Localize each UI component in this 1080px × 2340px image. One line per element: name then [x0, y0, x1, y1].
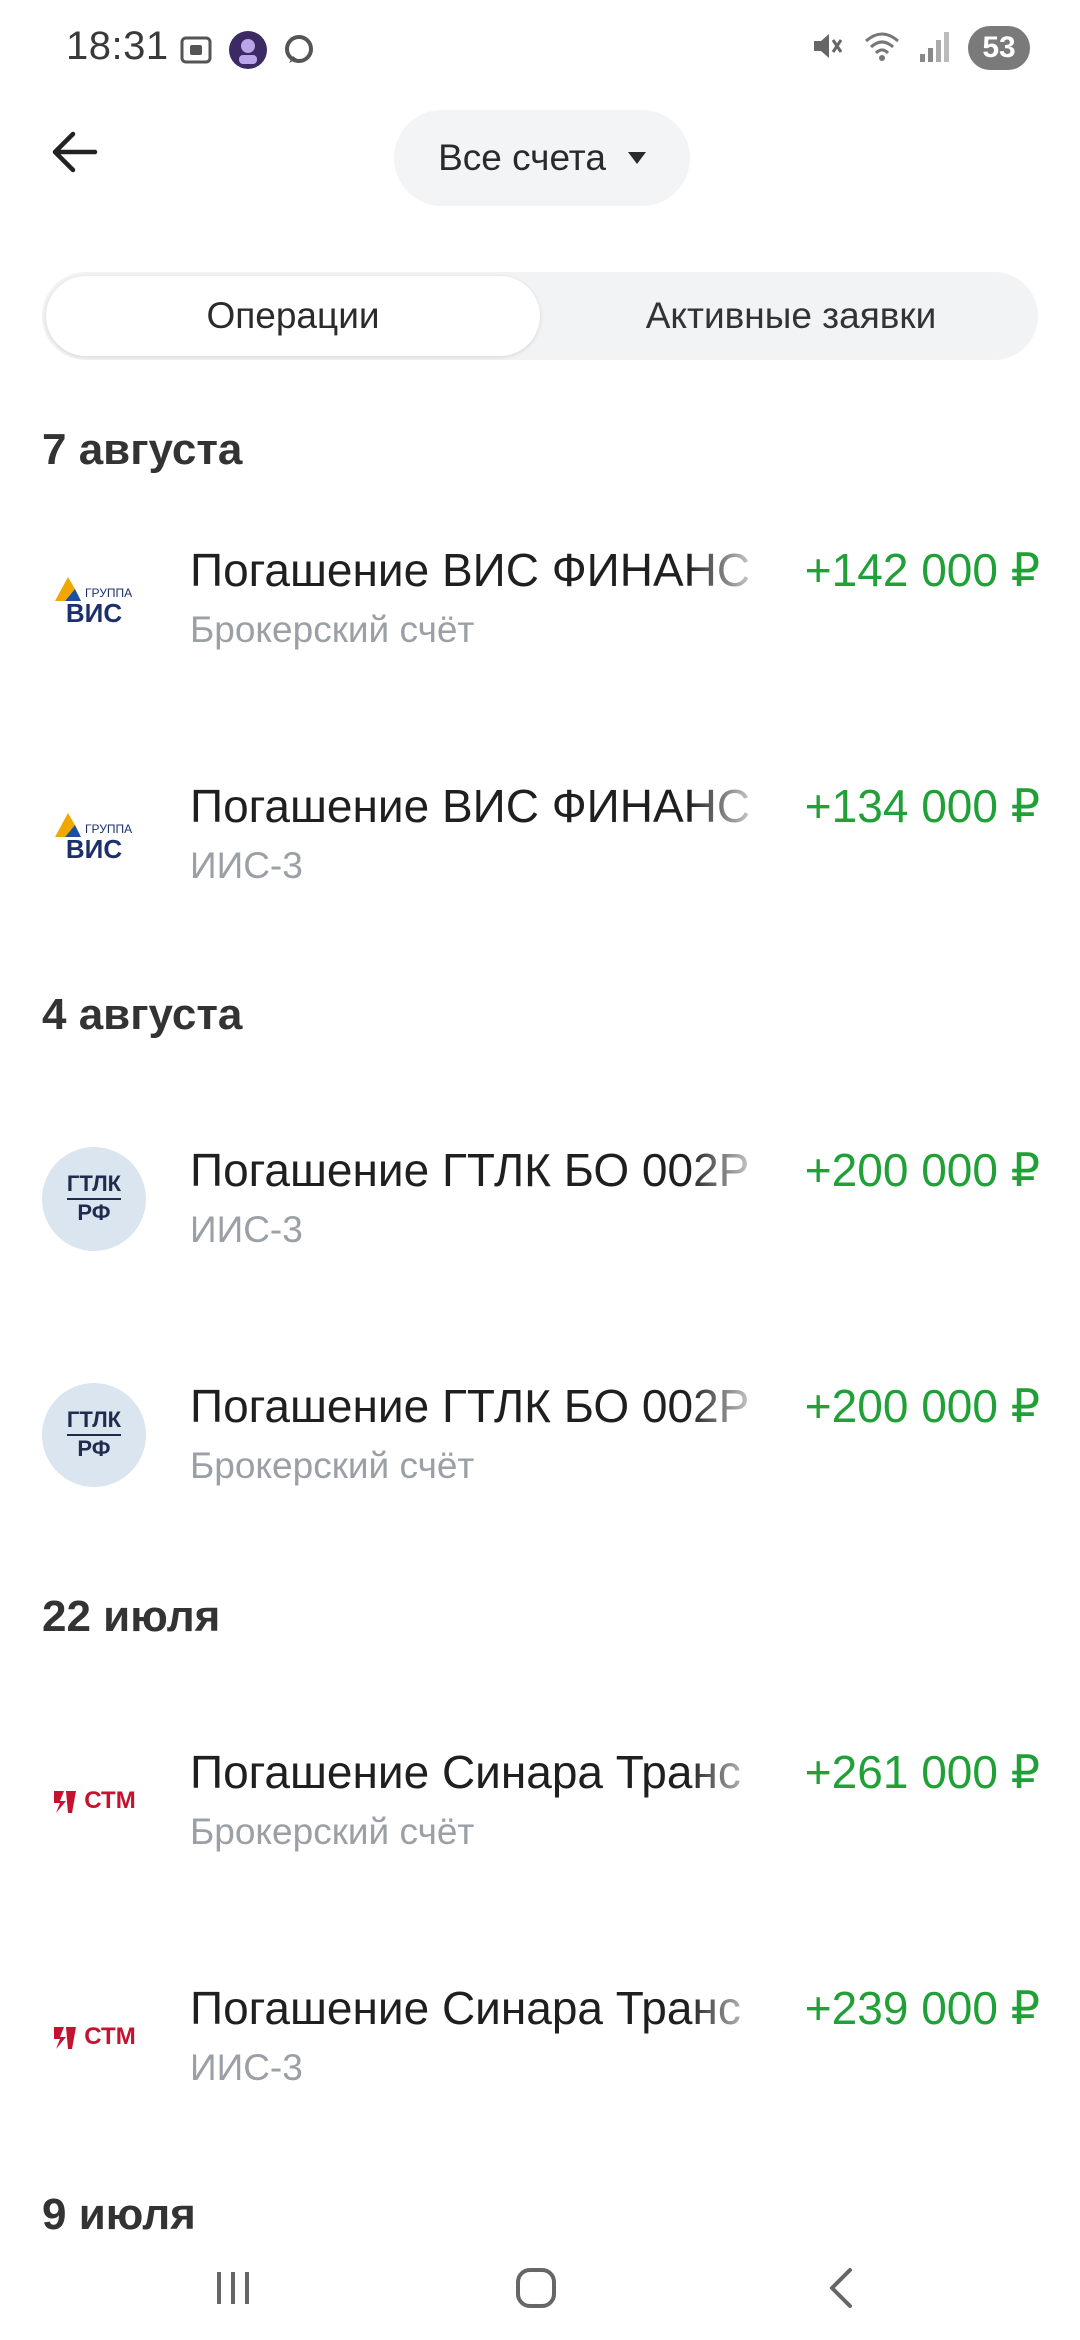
operation-title: Погашение Синара Транс	[190, 1746, 741, 1798]
gtlk-logo: ГТЛК РФ	[40, 1145, 148, 1253]
vis-group-logo: ГРУППА ВИС	[40, 545, 148, 653]
status-bar: 18:31 53	[0, 0, 1080, 100]
recent-apps-icon	[211, 2266, 255, 2315]
operation-amount: +200 000 ₽	[804, 1380, 1040, 1432]
operation-title: Погашение ГТЛК БО 002Р	[190, 1380, 750, 1432]
section-date: 7 августа	[42, 425, 243, 474]
section-date: 9 июля	[42, 2190, 196, 2239]
section-date: 22 июля	[42, 1592, 221, 1641]
status-time: 18:31	[66, 24, 169, 68]
vis-logo-word: ВИС	[65, 598, 123, 628]
battery-indicator: 53	[968, 26, 1030, 70]
system-back-button[interactable]	[800, 2258, 880, 2322]
operation-title: Погашение ВИС ФИНАНС	[190, 544, 751, 596]
vis-logo-word: ВИС	[65, 834, 123, 864]
operation-account: ИИС-3	[190, 1209, 303, 1250]
operation-title: Погашение ВИС ФИНАНС	[190, 780, 751, 832]
stm-logo: СТМ	[40, 1747, 148, 1855]
operation-row[interactable]: СТМ Погашение Синара Транс ИИС-3 +239 00…	[0, 1973, 1080, 2103]
vis-group-logo: ГРУППА ВИС	[40, 781, 148, 889]
operation-account: Брокерский счёт	[190, 1445, 475, 1486]
tab-operations[interactable]: Операции	[46, 276, 540, 356]
signal-icon	[918, 28, 952, 69]
account-selector-label: Все счета	[438, 137, 606, 178]
avatar-icon	[228, 30, 268, 75]
operation-account: ИИС-3	[190, 2047, 303, 2088]
operation-amount: +239 000 ₽	[804, 1982, 1040, 2034]
home-icon	[512, 2264, 560, 2317]
operation-row[interactable]: ГРУППА ВИС Погашение ВИС ФИНАНС Брокерск…	[0, 535, 1080, 665]
screenshot-icon	[178, 32, 214, 73]
stm-logo: СТМ	[40, 1983, 148, 2091]
back-button[interactable]	[40, 120, 108, 188]
wifi-icon	[862, 27, 902, 70]
status-notification-icons	[178, 30, 316, 75]
operation-row[interactable]: ГТЛК РФ Погашение ГТЛК БО 002Р ИИС-3 +20…	[0, 1135, 1080, 1265]
system-nav-bar	[0, 2240, 1080, 2340]
tab-bar: Операции Активные заявки	[42, 272, 1038, 360]
arrow-left-icon	[49, 130, 99, 179]
operation-amount: +142 000 ₽	[804, 544, 1040, 596]
operation-amount: +200 000 ₽	[804, 1144, 1040, 1196]
account-selector[interactable]: Все счета	[394, 110, 690, 206]
chat-icon	[282, 33, 316, 72]
section-date: 4 августа	[42, 990, 243, 1039]
home-button[interactable]	[496, 2258, 576, 2322]
recent-apps-button[interactable]	[193, 2258, 273, 2322]
operation-title: Погашение ГТЛК БО 002Р	[190, 1144, 750, 1196]
operation-title: Погашение Синара Транс	[190, 1982, 741, 2034]
operation-amount: +261 000 ₽	[804, 1746, 1040, 1798]
tab-active-orders[interactable]: Активные заявки	[544, 272, 1038, 360]
operation-account: Брокерский счёт	[190, 1811, 475, 1852]
caret-down-icon	[627, 152, 646, 164]
operation-amount: +134 000 ₽	[804, 780, 1040, 832]
gtlk-logo: ГТЛК РФ	[40, 1381, 148, 1489]
status-system-icons: 53	[808, 26, 1030, 70]
chevron-left-icon	[820, 2264, 860, 2317]
operation-account: ИИС-3	[190, 845, 303, 886]
operation-row[interactable]: ГТЛК РФ Погашение ГТЛК БО 002Р Брокерски…	[0, 1371, 1080, 1501]
mute-icon	[808, 27, 846, 70]
operation-row[interactable]: СТМ Погашение Синара Транс Брокерский сч…	[0, 1737, 1080, 1867]
operation-account: Брокерский счёт	[190, 609, 475, 650]
operation-row[interactable]: ГРУППА ВИС Погашение ВИС ФИНАНС ИИС-3 +1…	[0, 771, 1080, 901]
